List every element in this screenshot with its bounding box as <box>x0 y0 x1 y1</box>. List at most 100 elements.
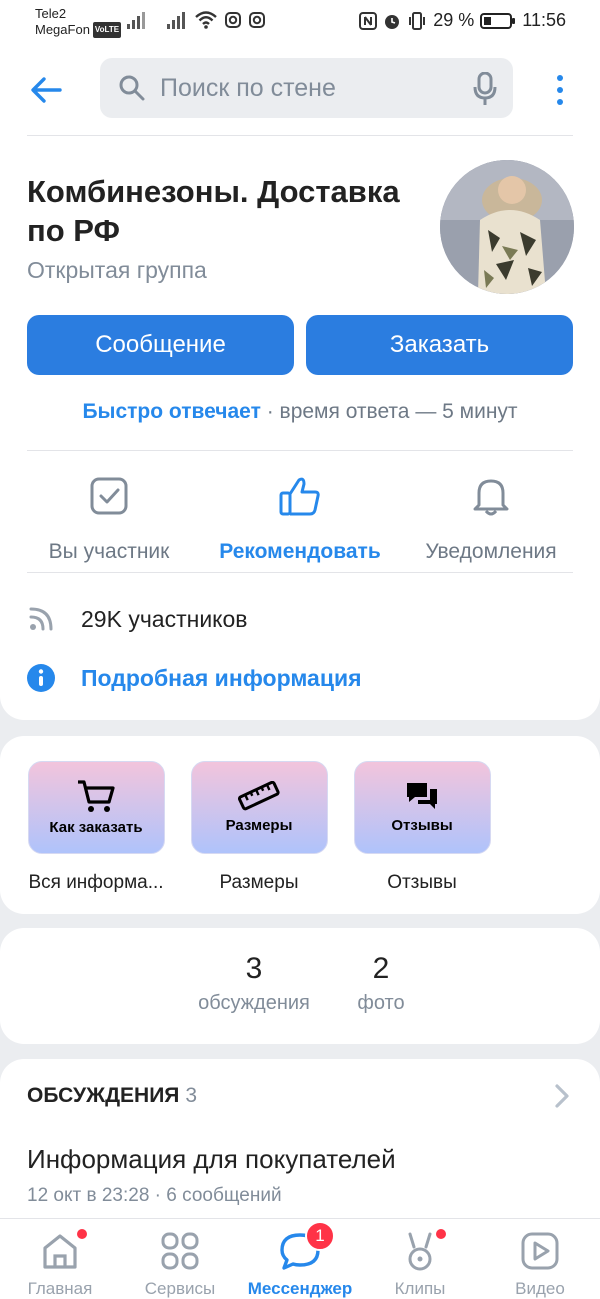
tab-label: Главная <box>27 1279 93 1298</box>
carrier-1: Tele2 <box>35 6 67 21</box>
bell-icon <box>473 479 509 516</box>
ruler-icon <box>238 781 280 811</box>
notifications-action-label: Уведомления <box>425 540 557 563</box>
members-count: 29K участников <box>81 605 248 632</box>
cart-icon <box>78 780 115 812</box>
back-button[interactable] <box>22 68 70 112</box>
counter-photos[interactable]: 2 фото <box>346 952 416 1015</box>
recommend-action[interactable]: Рекомендовать <box>205 472 395 563</box>
member-action-label: Вы участник <box>48 540 170 563</box>
avatar-image <box>440 160 574 294</box>
instagram-icon <box>225 12 241 28</box>
counters-card: 3 обсуждения 2 фото <box>0 928 600 1044</box>
video-icon <box>521 1232 559 1270</box>
link-tile-label: Размеры <box>225 817 293 834</box>
notification-dot <box>436 1229 446 1239</box>
tab-services[interactable]: Сервисы <box>120 1227 240 1299</box>
tab-label: Клипы <box>394 1279 446 1298</box>
tab-video[interactable]: Видео <box>480 1227 600 1299</box>
tab-label: Видео <box>515 1279 565 1298</box>
members-row[interactable]: 29K участников <box>27 605 248 633</box>
home-icon <box>43 1234 77 1269</box>
status-left-icons <box>127 11 265 29</box>
response-info: Быстро отвечает · время ответа — 5 минут <box>0 400 600 424</box>
notification-dot <box>77 1229 87 1239</box>
discussions-count: 3 <box>185 1084 198 1107</box>
battery-percent: 29 % <box>433 10 475 30</box>
tab-label: Мессенджер <box>247 1279 353 1298</box>
carrier-2: MegaFon VoLTE <box>35 22 122 38</box>
group-profile-card: Комбинезоны. Доставка по РФ Открытая гру… <box>0 136 600 720</box>
response-time: время ответа — 5 минут <box>279 400 518 423</box>
search-input[interactable] <box>160 58 460 118</box>
link-sizes[interactable]: Размеры Размеры <box>189 761 329 894</box>
search-icon <box>119 75 145 101</box>
link-reviews[interactable]: Отзывы Отзывы <box>352 761 492 894</box>
divider <box>27 572 573 573</box>
notifications-action[interactable]: Уведомления <box>396 472 586 563</box>
clock: 11:56 <box>522 10 566 30</box>
topic-meta: 12 окт в 23:28 · 6 сообщений <box>27 1185 282 1206</box>
recommend-action-label: Рекомендовать <box>219 540 381 563</box>
clips-icon <box>408 1232 432 1271</box>
microphone-icon[interactable] <box>473 72 497 106</box>
group-title: Комбинезоны. Доставка по РФ <box>27 174 400 248</box>
like-icon <box>279 477 320 516</box>
counter-value: 2 <box>372 952 390 985</box>
instagram-icon-2 <box>249 12 265 28</box>
link-tile: Отзывы <box>353 761 491 854</box>
link-tile: Как заказать <box>27 761 165 854</box>
signal-icon <box>127 12 145 29</box>
link-tile-label: Отзывы <box>391 817 453 834</box>
bottom-tab-bar: Главная Сервисы 1 Мессенджер Клипы Видео <box>0 1218 600 1299</box>
more-info-row[interactable]: Подробная информация <box>27 664 362 692</box>
tab-clips[interactable]: Клипы <box>360 1227 480 1299</box>
divider <box>27 450 573 451</box>
top-header <box>0 44 600 136</box>
back-arrow-icon <box>31 77 62 103</box>
carrier-info: Tele2 MegaFon VoLTE <box>35 6 122 38</box>
link-how-to-order[interactable]: Как заказать Вся информа... <box>26 761 166 894</box>
order-button[interactable]: Заказать <box>306 315 573 375</box>
battery-icon <box>480 12 516 29</box>
signal-icon-2 <box>167 12 185 29</box>
volte-badge: VoLTE <box>92 22 122 38</box>
link-caption: Вся информа... <box>28 872 164 893</box>
group-avatar[interactable] <box>440 160 574 294</box>
counter-label: фото <box>357 992 405 1014</box>
messenger-badge: 1 <box>305 1221 335 1251</box>
counter-discussions[interactable]: 3 обсуждения <box>194 952 314 1015</box>
response-separator: · <box>260 400 280 423</box>
alarm-icon <box>385 14 400 29</box>
chevron-right-icon[interactable] <box>554 1083 570 1109</box>
checkbox-icon <box>90 477 128 515</box>
more-button[interactable] <box>548 70 572 110</box>
chat-icon <box>407 783 437 809</box>
discussions-title: ОБСУЖДЕНИЯ <box>27 1084 180 1107</box>
rss-icon <box>29 607 53 631</box>
counter-label: обсуждения <box>198 992 310 1014</box>
tab-home[interactable]: Главная <box>0 1227 120 1299</box>
link-tile-label: Как заказать <box>49 819 143 836</box>
link-caption: Размеры <box>219 872 299 893</box>
info-icon <box>27 664 55 692</box>
services-icon <box>161 1232 199 1270</box>
links-card: Как заказать Вся информа... Размеры Разм… <box>0 736 600 914</box>
member-action[interactable]: Вы участник <box>14 472 204 563</box>
status-bar: Tele2 MegaFon VoLTE 29 % 11:56 <box>0 0 600 44</box>
group-type: Открытая группа <box>27 257 207 283</box>
status-right: 29 % 11:56 <box>359 10 566 31</box>
discussions-header[interactable]: ОБСУЖДЕНИЯ 3 <box>27 1084 197 1108</box>
message-button[interactable]: Сообщение <box>27 315 294 375</box>
vibrate-icon <box>409 11 426 30</box>
tab-label: Сервисы <box>144 1279 216 1298</box>
more-info-link: Подробная информация <box>81 664 362 691</box>
nfc-icon <box>359 11 378 30</box>
carrier-2-name: MegaFon <box>35 22 90 37</box>
wifi-icon <box>195 11 217 29</box>
tab-messenger[interactable]: 1 Мессенджер <box>240 1221 360 1299</box>
topic-title[interactable]: Информация для покупателей <box>27 1144 396 1175</box>
search-bar[interactable] <box>100 58 513 118</box>
counter-value: 3 <box>245 952 263 985</box>
link-caption: Отзывы <box>387 872 457 893</box>
